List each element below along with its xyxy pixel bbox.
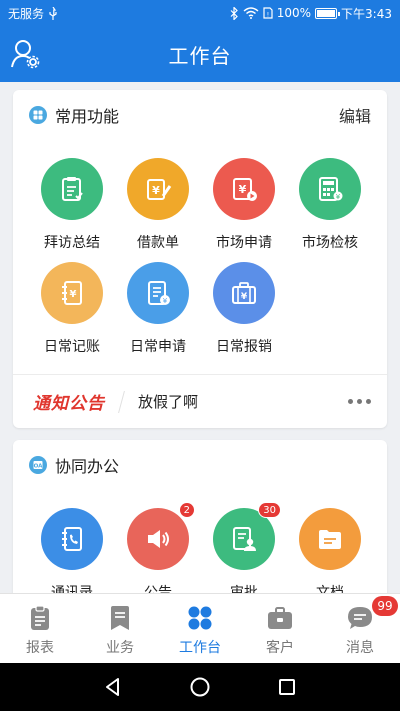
function-visit-summary[interactable]: 拜访总结: [29, 158, 115, 252]
battery-icon: [315, 7, 341, 19]
common-functions-header: 常用功能 编辑: [13, 90, 387, 140]
speaker-icon: 2: [127, 502, 195, 570]
home-icon[interactable]: [189, 676, 211, 698]
bluetooth-icon: [230, 6, 238, 20]
common-functions-title: 常用功能: [55, 107, 120, 126]
phonebook-icon: [41, 508, 103, 570]
grid-icon: [29, 106, 47, 124]
more-icon[interactable]: [348, 399, 371, 404]
function-label: 市场检核: [302, 235, 358, 251]
tab-label: 报表: [26, 640, 54, 656]
yuan-pen-icon: ¥: [127, 158, 189, 220]
tab-reports[interactable]: 报表: [0, 594, 80, 663]
status-bar: 无服务 ! 100% 下午3:43: [0, 0, 400, 26]
calculator-icon: ¥: [299, 158, 361, 220]
collaboration-card: OA 协同办公 通讯录 2 公告 30 审批 文档: [13, 440, 387, 610]
battery-percent: 100%: [276, 6, 312, 20]
tab-label: 客户: [266, 640, 294, 656]
function-label: 借款单: [137, 235, 179, 251]
notice-message: 放假了啊: [138, 393, 199, 411]
notice-logo: 通知公告: [33, 394, 105, 414]
function-label: 市场申请: [216, 235, 272, 251]
divider: [118, 390, 125, 413]
yuan-notebook-icon: ¥: [41, 262, 103, 324]
edit-button[interactable]: 编辑: [339, 103, 371, 127]
svg-text:¥: ¥: [70, 289, 77, 300]
tab-label: 业务: [106, 640, 134, 656]
svg-text:¥: ¥: [336, 193, 341, 201]
svg-text:¥: ¥: [152, 184, 160, 197]
carrier-text: 无服务: [8, 6, 45, 21]
office-icon: OA: [29, 456, 47, 474]
tab-customers[interactable]: 客户: [240, 594, 320, 663]
tab-workbench[interactable]: 工作台: [160, 594, 240, 663]
yuan-document-icon: ¥: [127, 262, 189, 324]
svg-text:¥: ¥: [163, 297, 168, 305]
workbench-icon: [188, 606, 212, 630]
function-daily-reimbursement[interactable]: ¥ 日常报销: [201, 262, 287, 356]
folder-icon: [299, 508, 361, 570]
approval-icon: 30: [213, 502, 281, 570]
tab-business[interactable]: 业务: [80, 594, 160, 663]
function-label: 拜访总结: [44, 235, 100, 251]
collaboration-header: OA 协同办公: [13, 440, 387, 490]
function-market-application[interactable]: ¥ 市场申请: [201, 158, 287, 252]
clipboard-check-icon: [41, 158, 103, 220]
function-daily-application[interactable]: ¥ 日常申请: [115, 262, 201, 356]
svg-text:¥: ¥: [241, 292, 248, 302]
tab-label: 工作台: [179, 640, 221, 656]
sim-icon: !: [263, 7, 273, 19]
message-icon: [348, 607, 372, 629]
business-icon: [111, 606, 129, 630]
function-loan-form[interactable]: ¥ 借款单: [115, 158, 201, 252]
collab-approval[interactable]: 30 审批: [201, 502, 287, 602]
collab-documents[interactable]: 文档: [287, 508, 373, 602]
back-icon[interactable]: [102, 676, 124, 698]
svg-text:OA: OA: [34, 464, 44, 470]
function-label: 日常申请: [130, 339, 186, 355]
tab-messages[interactable]: 消息 99: [320, 594, 400, 663]
report-icon: [31, 605, 49, 630]
collaboration-title: 协同办公: [55, 457, 120, 476]
bottom-tab-bar: 报表 业务 工作台 客户 消息 99: [0, 593, 400, 663]
tab-label: 消息: [346, 640, 374, 656]
announcement-badge: 2: [178, 502, 195, 518]
usb-icon: [49, 6, 57, 20]
function-label: 日常记账: [44, 339, 100, 355]
yuan-briefcase-icon: ¥: [213, 262, 275, 324]
collab-contacts[interactable]: 通讯录: [29, 508, 115, 602]
system-nav-bar: [0, 663, 400, 711]
svg-text:¥: ¥: [239, 183, 247, 196]
approval-badge: 30: [258, 502, 281, 518]
svg-text:!: !: [267, 12, 269, 19]
function-market-inspection[interactable]: ¥ 市场检核: [287, 158, 373, 252]
wifi-icon: [243, 7, 259, 19]
app-header: 工作台: [0, 26, 400, 82]
user-settings-icon[interactable]: [10, 38, 42, 70]
function-label: 日常报销: [216, 339, 272, 355]
page-title: 工作台: [168, 43, 232, 68]
common-functions-card: 常用功能 编辑 拜访总结 ¥ 借款单 ¥ 市场申请 ¥ 市场检核 ¥ 日常记账: [13, 90, 387, 428]
collab-announcement[interactable]: 2 公告: [115, 502, 201, 602]
function-daily-bookkeeping[interactable]: ¥ 日常记账: [29, 262, 115, 356]
yuan-play-icon: ¥: [213, 158, 275, 220]
clock: 下午3:43: [341, 6, 392, 21]
recents-icon[interactable]: [276, 676, 298, 698]
messages-badge: 99: [372, 596, 398, 616]
notice-bar[interactable]: 通知公告 放假了啊: [13, 374, 387, 428]
customer-icon: [268, 607, 292, 629]
